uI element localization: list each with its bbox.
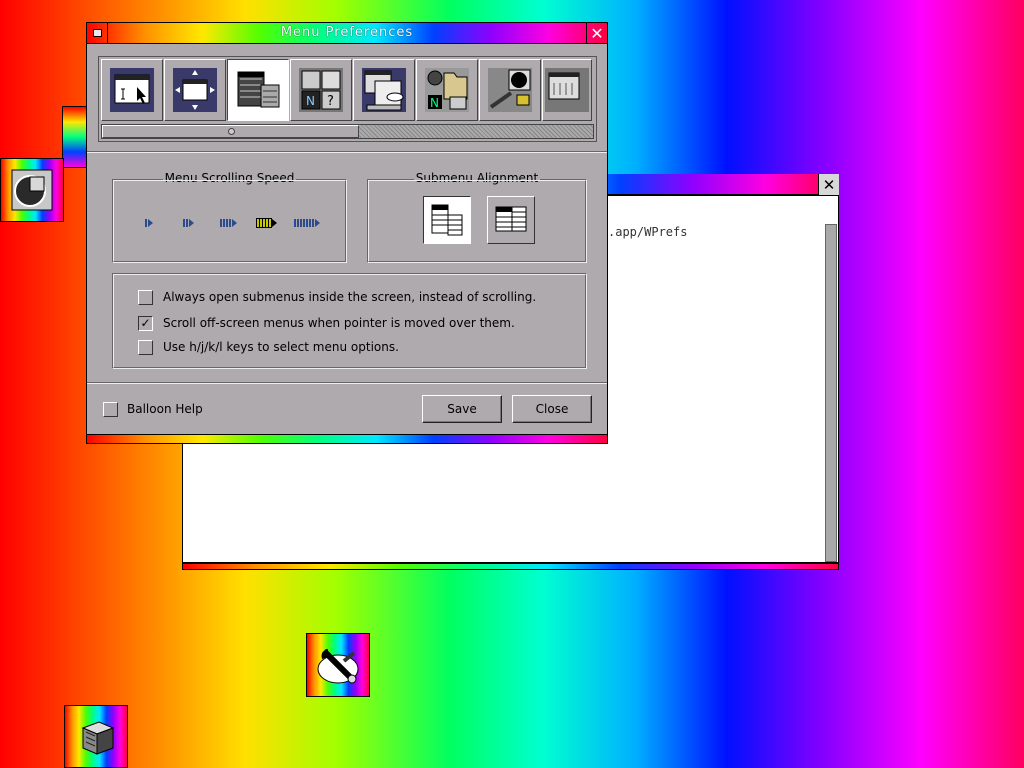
option-label-1: Always open submenus inside the screen, … [163,290,537,304]
cube-appicon[interactable] [64,705,128,768]
separator [87,382,607,384]
separator [87,151,607,153]
speed-4-button[interactable] [256,218,277,229]
section-toolbar: N ? N [98,56,597,142]
window-titlebar[interactable]: Menu Preferences ✕ [87,23,607,44]
clip-icon[interactable] [62,106,88,168]
option-checkbox-3[interactable] [138,340,153,355]
window-resizebar[interactable] [87,434,607,443]
group-title: Submenu Alignment [413,171,541,185]
speed-3-button[interactable] [220,219,237,229]
submenu-aligned-top-icon[interactable] [423,196,471,244]
option-label-3: Use h/j/k/l keys to select menu options. [163,340,399,354]
speed-2-button[interactable] [183,219,194,229]
background-window-resizebar[interactable] [182,563,839,570]
icon-preferences-icon[interactable]: N ? [290,59,352,121]
menu-preferences-window: Menu Preferences ✕ N ? N Menu Scrolling … [86,22,608,444]
option-checkbox-2[interactable]: ✓ [138,316,153,331]
miniaturize-icon[interactable] [87,23,108,43]
scrolling-speed-group: Menu Scrolling Speed [112,171,347,263]
balloon-help-checkbox[interactable] [103,402,118,417]
toolbar-scrollbar[interactable] [101,124,594,139]
window-title: Menu Preferences [280,25,414,40]
scroll-knob[interactable] [102,125,359,138]
option-checkbox-1[interactable] [138,290,153,305]
keyboard-shortcuts-icon[interactable] [353,59,415,121]
vertical-scrollbar[interactable] [825,224,837,562]
tools-appicon[interactable] [306,633,370,697]
path-text: .app/WPrefs [608,225,688,239]
option-label-2: Scroll off-screen menus when pointer is … [163,316,515,330]
window-handling-icon[interactable] [164,59,226,121]
speed-1-button[interactable] [145,219,153,229]
svg-text:N: N [306,94,315,108]
submenu-alignment-group: Submenu Alignment [367,171,587,263]
misc-apps-icon[interactable]: N [416,59,478,121]
window-focus-icon[interactable] [101,59,163,121]
menu-options-group: Always open submenus inside the screen, … [112,273,587,369]
close-icon[interactable]: ✕ [818,174,839,195]
close-icon[interactable]: ✕ [586,23,607,43]
svg-text:?: ? [327,94,334,109]
group-title: Menu Scrolling Speed [162,171,297,185]
wprefs-dock-icon[interactable] [0,158,64,222]
save-button[interactable]: Save [422,395,502,423]
appearance-icon[interactable] [479,59,541,121]
balloon-help-label: Balloon Help [127,402,203,416]
close-button[interactable]: Close [512,395,592,423]
submenu-aligned-bottom-icon[interactable] [487,196,535,244]
menu-preferences-icon[interactable] [227,59,289,121]
svg-text:N: N [430,96,439,110]
speed-5-button[interactable] [294,219,320,229]
workspace-icon[interactable] [542,59,592,121]
